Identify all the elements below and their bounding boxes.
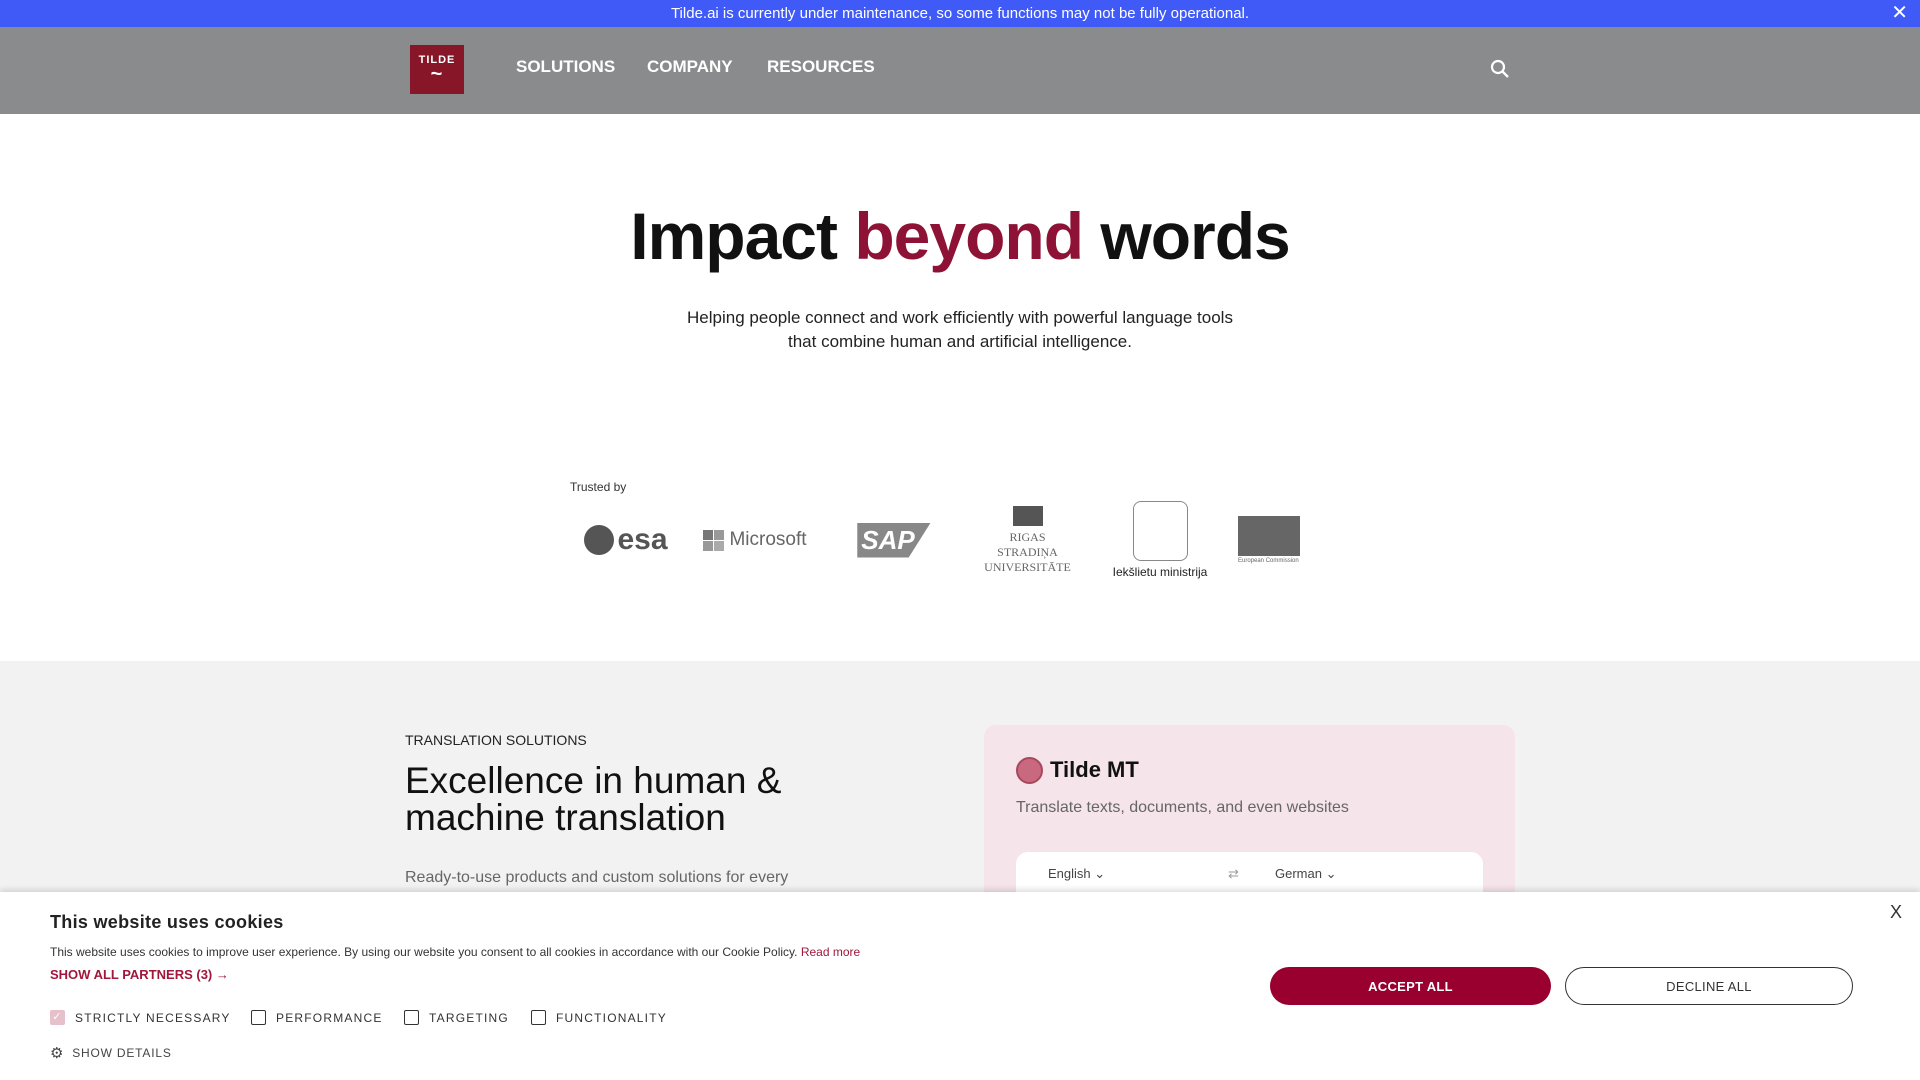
checkbox-box	[404, 1010, 419, 1025]
logo-text: esa	[617, 523, 668, 556]
rsu-logo: RIGAS STRADIŅA UNIVERSITĀTE	[980, 500, 1075, 580]
nav-company[interactable]: COMPANY	[647, 57, 733, 77]
chevron-down-icon: ⌄	[1094, 866, 1106, 881]
gear-icon: ⚙	[50, 1045, 65, 1062]
title-accent: beyond	[854, 199, 1084, 273]
esa-logo: esa	[580, 500, 672, 580]
target-language-select[interactable]: German ⌄	[1275, 866, 1337, 882]
cookie-text: This website uses cookies to improve use…	[50, 945, 860, 959]
cookie-close-icon[interactable]: X	[1890, 902, 1902, 923]
subtitle-line: Helping people connect and work efficien…	[687, 308, 1233, 327]
maintenance-banner: Tilde.ai is currently under maintenance,…	[0, 0, 1920, 27]
hero-subtitle: Helping people connect and work efficien…	[0, 306, 1920, 354]
checkbox-label: STRICTLY NECESSARY	[75, 1010, 231, 1025]
card-subtitle: Translate texts, documents, and even web…	[1016, 799, 1349, 816]
cookie-description: This website uses cookies to improve use…	[50, 945, 798, 959]
logo-text: European Commission	[1238, 558, 1299, 564]
subtitle-line: that combine human and artificial intell…	[788, 332, 1132, 351]
banner-text: Tilde.ai is currently under maintenance,…	[670, 5, 1250, 22]
sap-logo: SAP	[857, 500, 931, 580]
checkbox-targeting[interactable]: TARGETING	[404, 1010, 509, 1025]
top-nav: TILDE ~ SOLUTIONS COMPANY RESOURCES	[0, 27, 1920, 114]
swap-languages-icon[interactable]: ⇄	[1228, 866, 1239, 882]
banner-close-icon[interactable]: ✕	[1891, 0, 1908, 27]
accept-all-button[interactable]: ACCEPT ALL	[1270, 967, 1551, 1005]
tilde-logo[interactable]: TILDE ~	[410, 45, 464, 94]
nav-resources[interactable]: RESOURCES	[767, 57, 875, 77]
source-lang: English	[1048, 866, 1091, 881]
read-more-link[interactable]: Read more	[801, 945, 860, 959]
check-icon: ✓	[50, 1010, 65, 1025]
checkbox-functionality[interactable]: FUNCTIONALITY	[531, 1010, 667, 1025]
checkbox-strictly-necessary[interactable]: ✓ STRICTLY NECESSARY	[50, 1010, 231, 1025]
show-details-label: SHOW DETAILS	[72, 1046, 172, 1060]
target-lang: German	[1275, 866, 1322, 881]
section-title: Excellence in human & machine translatio…	[405, 760, 782, 838]
decline-all-button[interactable]: DECLINE ALL	[1565, 967, 1853, 1005]
source-language-select[interactable]: English ⌄	[1048, 866, 1105, 882]
show-partners-link[interactable]: SHOW ALL PARTNERS (3) →	[50, 967, 229, 982]
section-eyebrow: TRANSLATION SOLUTIONS	[405, 732, 587, 748]
search-icon[interactable]	[1490, 59, 1510, 79]
show-details-button[interactable]: ⚙ SHOW DETAILS	[50, 1044, 172, 1062]
logo-text: SAP	[857, 522, 931, 558]
ministry-logo: Iekšlietu ministrija	[1108, 500, 1212, 580]
trusted-label: Trusted by	[570, 480, 627, 494]
section-paragraph: Ready-to-use products and custom solutio…	[405, 869, 789, 886]
hero-title: Impact beyond words	[0, 198, 1920, 274]
title-part: Impact	[630, 199, 855, 273]
card-title: Tilde MT	[1050, 757, 1139, 782]
checkbox-label: FUNCTIONALITY	[556, 1010, 667, 1025]
checkbox-box	[251, 1010, 266, 1025]
checkbox-label: PERFORMANCE	[276, 1010, 383, 1025]
nav-solutions[interactable]: SOLUTIONS	[516, 57, 615, 77]
checkbox-label: TARGETING	[429, 1010, 509, 1025]
checkbox-performance[interactable]: PERFORMANCE	[251, 1010, 383, 1025]
checkbox-box	[531, 1010, 546, 1025]
title-part: words	[1083, 199, 1290, 273]
cookie-banner: This website uses cookies This website u…	[0, 892, 1920, 1080]
european-commission-logo: European Commission	[1238, 500, 1338, 580]
logo-text: RIGAS STRADIŅA UNIVERSITĀTE	[984, 529, 1071, 574]
logo-text: Iekšlietu ministrija	[1112, 565, 1208, 579]
cookie-title: This website uses cookies	[50, 912, 284, 932]
microsoft-logo: Microsoft	[702, 500, 808, 580]
logo-text: Microsoft	[729, 529, 807, 550]
translate-icon	[1016, 757, 1043, 784]
chevron-down-icon: ⌄	[1325, 866, 1337, 881]
